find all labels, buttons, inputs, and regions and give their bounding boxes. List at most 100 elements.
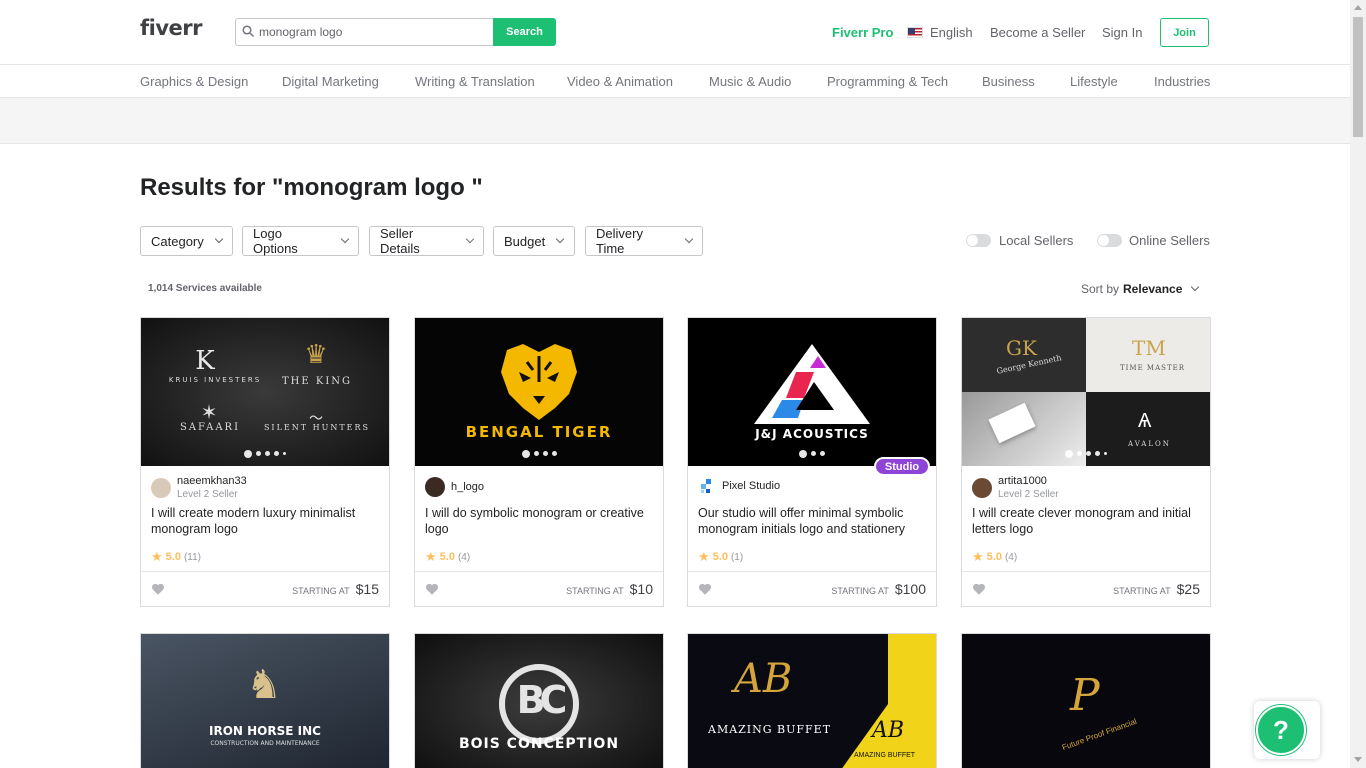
fiverr-pro-link[interactable]: Fiverr Pro bbox=[832, 18, 893, 47]
gig-image[interactable]: ♞ IRON HORSE INC CONSTRUCTION AND MAINTE… bbox=[141, 634, 389, 768]
banner-strip bbox=[0, 98, 1350, 144]
seller-info: h_logo bbox=[425, 477, 484, 497]
rating-count: (4) bbox=[1004, 551, 1018, 563]
rating-score: 5.0 bbox=[986, 551, 1002, 563]
category-video-animation[interactable]: Video & Animation bbox=[567, 74, 673, 89]
gig-rating: ★ 5.0 (11) bbox=[151, 549, 201, 565]
seller-name[interactable]: Pixel Studio bbox=[722, 479, 780, 493]
gig-title[interactable]: Our studio will offer minimal symbolic m… bbox=[698, 505, 928, 537]
help-widget[interactable]: ? bbox=[1254, 701, 1320, 759]
card-footer: STARTING AT $10 bbox=[415, 571, 663, 607]
gig-price[interactable]: STARTING AT $25 bbox=[1113, 581, 1200, 597]
carousel-dots[interactable] bbox=[141, 450, 389, 458]
seller-level: Level 2 Seller bbox=[998, 489, 1059, 500]
join-button[interactable]: Join bbox=[1160, 18, 1209, 47]
heart-icon[interactable] bbox=[972, 582, 986, 596]
gig-card[interactable]: K KRUIS INVESTERS ♛ THE KING ✶ SAFAARI 〜… bbox=[140, 317, 390, 607]
scroll-thumb[interactable] bbox=[1353, 17, 1363, 137]
heart-icon[interactable] bbox=[698, 582, 712, 596]
category-music-audio[interactable]: Music & Audio bbox=[709, 74, 791, 89]
gig-image[interactable]: BC BOIS CONCEPTION bbox=[415, 634, 663, 768]
online-sellers-label: Online Sellers bbox=[1129, 233, 1210, 248]
filter-logo-options[interactable]: Logo Options bbox=[242, 226, 359, 256]
category-programming-tech[interactable]: Programming & Tech bbox=[827, 74, 948, 89]
filter-budget[interactable]: Budget bbox=[493, 226, 575, 256]
chevron-down-icon bbox=[340, 234, 350, 244]
search-button[interactable]: Search bbox=[493, 18, 556, 46]
gig-rating: ★ 5.0 (4) bbox=[425, 549, 470, 565]
heart-icon[interactable] bbox=[425, 582, 439, 596]
sort-value: Relevance bbox=[1123, 282, 1183, 296]
gig-card[interactable]: GK George Kenneth TM TIME MASTER Ѧ AVALO… bbox=[961, 317, 1211, 607]
gig-image[interactable]: J&J ACOUSTICS bbox=[688, 318, 936, 466]
local-sellers-label: Local Sellers bbox=[999, 233, 1074, 248]
gig-title[interactable]: I will create clever monogram and initia… bbox=[972, 505, 1202, 537]
heart-icon[interactable] bbox=[151, 582, 165, 596]
fiverr-logo[interactable]: fiverr bbox=[140, 16, 202, 40]
sort-dropdown[interactable]: Sort by Relevance bbox=[1081, 282, 1200, 296]
category-industries[interactable]: Industries bbox=[1154, 74, 1210, 89]
gig-price[interactable]: STARTING AT $10 bbox=[566, 581, 653, 597]
chevron-down-icon bbox=[1191, 282, 1200, 292]
gig-image[interactable]: GK George Kenneth TM TIME MASTER Ѧ AVALO… bbox=[962, 318, 1210, 466]
gig-card[interactable]: J&J ACOUSTICS Studio Pixel Studio Our st… bbox=[687, 317, 937, 607]
gig-price[interactable]: STARTING AT $100 bbox=[831, 581, 926, 597]
avatar[interactable] bbox=[151, 477, 171, 498]
filter-seller-details[interactable]: Seller Details bbox=[369, 226, 484, 256]
gig-image[interactable]: K KRUIS INVESTERS ♛ THE KING ✶ SAFAARI 〜… bbox=[141, 318, 389, 466]
search-bar: Search bbox=[235, 18, 556, 46]
price-value: $100 bbox=[894, 581, 926, 597]
studio-badge: Studio bbox=[874, 457, 930, 476]
gig-card[interactable]: ♞ IRON HORSE INC CONSTRUCTION AND MAINTE… bbox=[140, 633, 390, 768]
avatar[interactable] bbox=[425, 477, 445, 497]
rating-count: (4) bbox=[457, 551, 471, 563]
gig-title[interactable]: I will do symbolic monogram or creative … bbox=[425, 505, 655, 537]
category-business[interactable]: Business bbox=[982, 74, 1035, 89]
gig-price[interactable]: STARTING AT $15 bbox=[292, 581, 379, 597]
chevron-down-icon bbox=[465, 234, 475, 244]
price-caption: STARTING AT bbox=[1113, 586, 1171, 596]
services-count: 1,014 Services available bbox=[148, 283, 262, 294]
pixel-studio-avatar[interactable] bbox=[698, 477, 716, 495]
help-button[interactable]: ? bbox=[1256, 705, 1306, 755]
scroll-down-icon[interactable] bbox=[1354, 757, 1362, 762]
sign-in-link[interactable]: Sign In bbox=[1102, 18, 1142, 47]
card-footer: STARTING AT $15 bbox=[141, 571, 389, 607]
filter-label: Seller Details bbox=[380, 226, 420, 256]
language-selector[interactable]: English bbox=[907, 18, 973, 47]
avatar[interactable] bbox=[972, 477, 992, 498]
search-input[interactable] bbox=[235, 18, 493, 46]
gig-card[interactable]: BENGAL TIGER h_logo I will do symbolic m… bbox=[414, 317, 664, 607]
gig-image[interactable]: AB AMAZING BUFFET AB AMAZING BUFFET bbox=[688, 634, 936, 768]
gig-card[interactable]: BC BOIS CONCEPTION bbox=[414, 633, 664, 768]
online-sellers-toggle[interactable] bbox=[1097, 234, 1122, 247]
scrollbar[interactable] bbox=[1350, 0, 1366, 768]
seller-name[interactable]: h_logo bbox=[451, 480, 484, 494]
star-icon: ★ bbox=[151, 549, 163, 564]
filter-delivery-time[interactable]: Delivery Time bbox=[585, 226, 703, 256]
filter-category[interactable]: Category bbox=[140, 226, 233, 256]
become-seller-link[interactable]: Become a Seller bbox=[990, 18, 1085, 47]
filter-label: Logo Options bbox=[253, 226, 298, 256]
results-title: Results for "monogram logo " bbox=[140, 174, 483, 201]
category-lifestyle[interactable]: Lifestyle bbox=[1070, 74, 1118, 89]
gig-image[interactable]: BENGAL TIGER bbox=[415, 318, 663, 466]
seller-name[interactable]: naeemkhan33 bbox=[177, 474, 247, 488]
carousel-dots[interactable] bbox=[415, 450, 663, 458]
category-writing-translation[interactable]: Writing & Translation bbox=[415, 74, 535, 89]
carousel-dots[interactable] bbox=[962, 450, 1210, 458]
price-caption: STARTING AT bbox=[831, 586, 889, 596]
scroll-up-icon[interactable] bbox=[1354, 5, 1362, 10]
price-caption: STARTING AT bbox=[292, 586, 350, 596]
category-digital-marketing[interactable]: Digital Marketing bbox=[282, 74, 379, 89]
gig-card[interactable]: AB AMAZING BUFFET AB AMAZING BUFFET bbox=[687, 633, 937, 768]
seller-name[interactable]: artita1000 bbox=[998, 474, 1059, 488]
chevron-down-icon bbox=[684, 234, 694, 244]
local-sellers-toggle[interactable] bbox=[966, 234, 991, 247]
rating-score: 5.0 bbox=[712, 551, 728, 563]
gig-title[interactable]: I will create modern luxury minimalist m… bbox=[151, 505, 381, 537]
gig-rating: ★ 5.0 (1) bbox=[698, 549, 743, 565]
gig-card[interactable]: P Future Proof Financial bbox=[961, 633, 1211, 768]
gig-image[interactable]: P Future Proof Financial bbox=[962, 634, 1210, 768]
category-graphics-design[interactable]: Graphics & Design bbox=[140, 74, 248, 89]
